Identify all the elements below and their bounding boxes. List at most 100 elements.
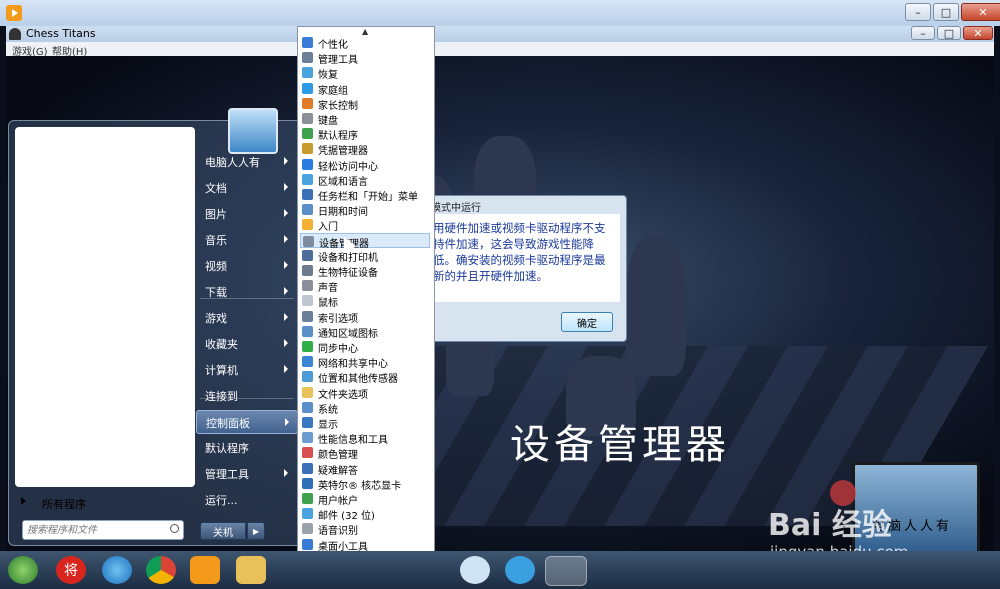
media-player-taskbar-icon[interactable] (190, 556, 220, 584)
dialog-message: 用硬件加速或视频卡驱动程序不支持件加速，这会导致游戏性能降低。确安装的视频卡驱动… (433, 221, 606, 283)
control-panel-item-icon (302, 325, 313, 337)
shutdown-button[interactable]: 关机 (200, 522, 246, 540)
control-panel-item-icon (302, 189, 313, 200)
control-panel-item[interactable]: 网络和共享中心 (300, 354, 430, 370)
control-panel-item-icon (302, 493, 313, 504)
start-menu-item[interactable]: 运行... (196, 488, 296, 510)
start-menu-item[interactable]: 收藏夹 (196, 332, 296, 354)
control-panel-item-label: 用户帐户 (318, 496, 358, 507)
control-panel-item[interactable]: 入门 (300, 217, 430, 234)
control-panel-item-label: 设备和打印机 (318, 252, 378, 264)
all-programs-link[interactable]: 所有程序 (42, 496, 86, 512)
start-orb-icon[interactable] (8, 556, 38, 584)
control-panel-item-label: 家庭组 (318, 85, 348, 97)
shutdown-options-arrow-icon[interactable]: ▶ (247, 522, 265, 540)
control-panel-item[interactable]: 家庭组 (300, 81, 430, 97)
control-panel-item[interactable]: 管理工具 (300, 50, 430, 66)
start-menu-item[interactable]: 图片 (196, 202, 296, 224)
start-menu-item-label: 运行... (205, 494, 238, 507)
taskbar-app-icon[interactable] (460, 556, 490, 584)
control-panel-item[interactable]: 同步中心 (300, 339, 430, 355)
control-panel-item[interactable]: 通知区域图标 (300, 324, 430, 340)
chrome-icon[interactable] (146, 556, 176, 584)
control-panel-item[interactable]: 轻松访问中心 (300, 157, 430, 173)
start-menu-item[interactable]: 连接到 (196, 384, 296, 406)
control-panel-item[interactable]: 英特尔® 核芯显卡 (300, 476, 430, 492)
control-panel-item-icon (302, 538, 313, 550)
start-menu-item[interactable]: 视频 (196, 254, 296, 276)
outer-window-titlebar: – □ ✕ (0, 0, 1000, 26)
control-panel-item-label: 邮件 (32 位) (318, 511, 375, 523)
control-panel-item[interactable]: 日期和时间 (300, 202, 430, 219)
start-menu-item[interactable]: 电脑人人有 (196, 150, 296, 172)
control-panel-item[interactable]: 生物特征设备 (300, 263, 430, 279)
control-panel-item-label: 索引选项 (318, 313, 358, 325)
submenu-arrow-icon (284, 313, 288, 321)
start-search-box (22, 520, 184, 540)
control-panel-item[interactable]: 默认程序 (300, 126, 430, 142)
start-menu-item[interactable]: 控制面板 (196, 410, 298, 434)
control-panel-item[interactable]: 位置和其他传感器 (300, 369, 430, 385)
control-panel-item[interactable]: 显示 (300, 415, 430, 431)
control-panel-item[interactable]: 鼠标 (300, 293, 430, 309)
user-avatar[interactable] (228, 108, 278, 154)
control-panel-item[interactable]: 家长控制 (300, 96, 430, 112)
control-panel-item-icon (302, 128, 313, 140)
control-panel-item-icon (302, 508, 313, 520)
start-menu-item[interactable]: 计算机 (196, 358, 296, 380)
control-panel-item[interactable]: 恢复 (300, 65, 430, 81)
minimize-button[interactable]: – (905, 3, 931, 21)
inner-maximize-button[interactable]: □ (937, 26, 961, 40)
king-piece (626, 236, 686, 376)
start-menu-item[interactable]: 默认程序 (196, 436, 296, 458)
control-panel-item-icon (302, 401, 313, 413)
control-panel-item[interactable]: 桌面小工具 (300, 537, 430, 553)
control-panel-item[interactable]: 区域和语言 (300, 172, 430, 188)
inner-caption-buttons: – □ ✕ (911, 26, 993, 40)
window-title: Chess Titans (26, 27, 96, 40)
ok-button[interactable]: 确定 (561, 312, 613, 332)
chess-titans-taskbar-icon[interactable] (545, 556, 587, 586)
maximize-button[interactable]: □ (933, 3, 959, 21)
submenu-arrow-icon (284, 365, 288, 373)
control-panel-item-label: 同步中心 (318, 344, 358, 355)
paint-icon[interactable] (505, 556, 535, 584)
control-panel-item-label: 系统 (318, 404, 338, 416)
start-menu-item[interactable]: 文档 (196, 176, 296, 198)
control-panel-item-label: 入门 (318, 222, 338, 234)
control-panel-item-icon (302, 37, 313, 48)
control-panel-item[interactable]: 索引选项 (300, 309, 430, 325)
control-panel-item-label: 日期和时间 (318, 207, 368, 219)
control-panel-item[interactable]: 任务栏和「开始」菜单 (300, 187, 430, 203)
inner-minimize-button[interactable]: – (911, 26, 935, 40)
control-panel-item[interactable]: 用户帐户 (300, 491, 430, 507)
control-panel-item[interactable]: 键盘 (300, 111, 430, 127)
control-panel-item[interactable]: 系统 (300, 400, 430, 416)
close-button[interactable]: ✕ (961, 3, 1000, 21)
start-menu-item[interactable]: 管理工具 (196, 462, 296, 484)
control-panel-item[interactable]: 语音识别 (300, 521, 430, 537)
control-panel-item-icon (302, 82, 313, 94)
menu-separator (200, 298, 294, 299)
control-panel-item[interactable]: 个性化 (300, 35, 430, 51)
control-panel-item[interactable]: 凭据管理器 (300, 141, 430, 158)
control-panel-item-label: 凭据管理器 (318, 146, 368, 158)
file-explorer-icon[interactable] (236, 556, 266, 584)
control-panel-item[interactable]: 声音 (300, 278, 430, 294)
search-icon[interactable] (170, 524, 179, 533)
start-search-input[interactable] (23, 521, 167, 539)
inner-close-button[interactable]: ✕ (963, 26, 993, 40)
pinned-app-icon[interactable]: 将 (56, 556, 86, 584)
start-menu-item[interactable]: 音乐 (196, 228, 296, 250)
control-panel-item[interactable]: 邮件 (32 位) (300, 506, 430, 523)
internet-explorer-icon[interactable] (102, 556, 132, 584)
control-panel-item-icon (303, 235, 314, 247)
control-panel-item[interactable]: 文件夹选项 (300, 385, 430, 401)
start-menu-item[interactable]: 游戏 (196, 306, 296, 328)
control-panel-item[interactable]: 性能信息和工具 (300, 430, 430, 446)
control-panel-item[interactable]: 设备管理器 (300, 232, 430, 250)
control-panel-item[interactable]: 设备和打印机 (300, 248, 430, 264)
control-panel-item[interactable]: 疑难解答 (300, 461, 430, 477)
control-panel-item[interactable]: 颜色管理 (300, 445, 430, 461)
control-panel-item-label: 轻松访问中心 (318, 161, 378, 173)
